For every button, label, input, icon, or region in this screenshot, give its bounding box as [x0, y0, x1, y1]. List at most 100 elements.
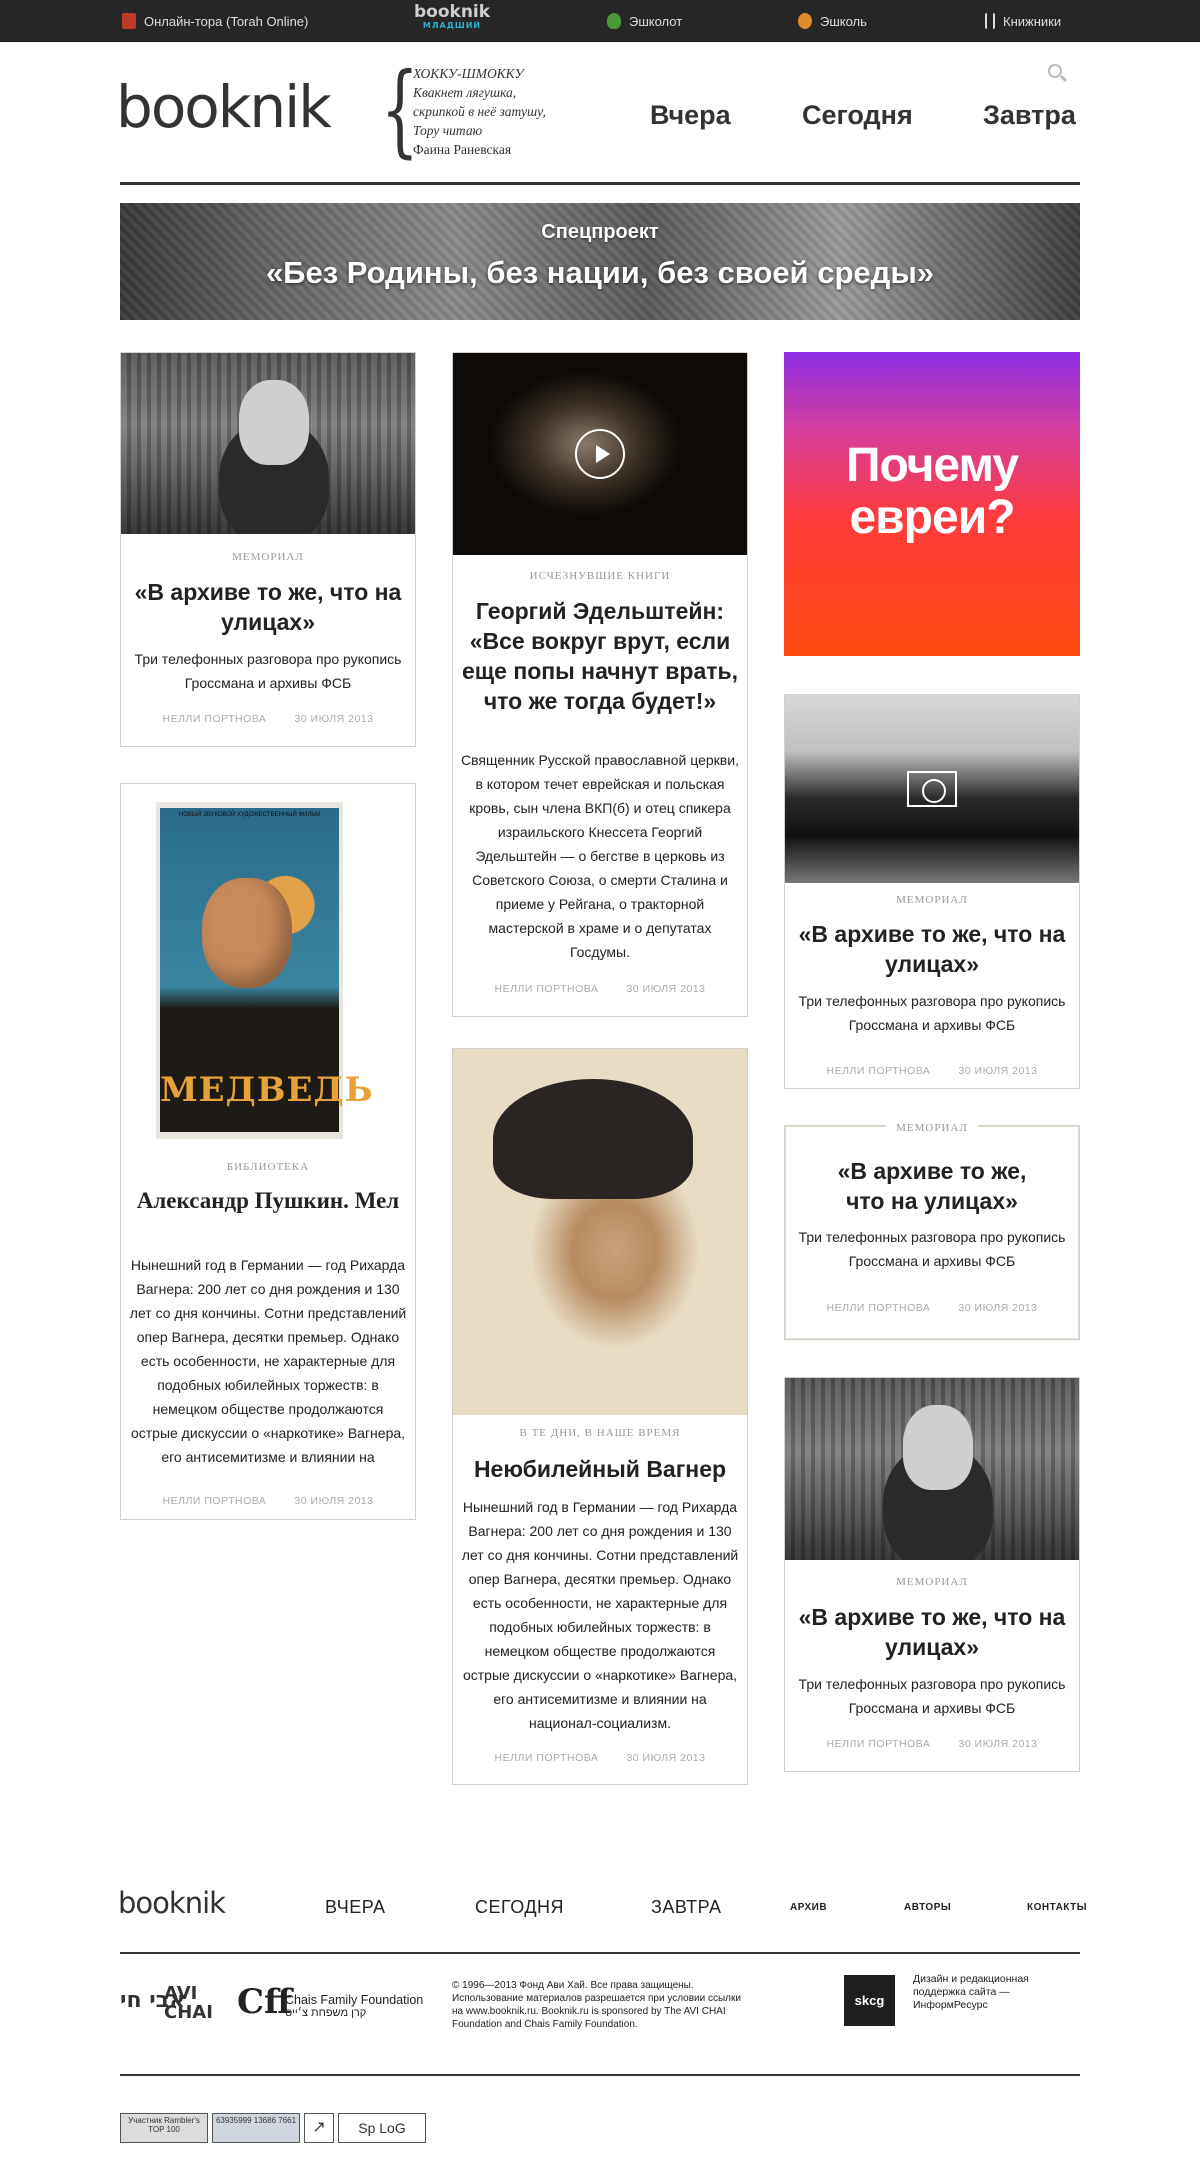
- article-title[interactable]: Александр Пушкин. Мел: [129, 1186, 407, 1216]
- footer-bottom-divider: [120, 2074, 1080, 2076]
- article-card[interactable]: НОВЫЙ ЗВУКОВОЙ ХУДОЖЕСТВЕННЫЙ ФИЛЬМ МЕДВ…: [120, 783, 416, 1520]
- article-meta: НЕЛЛИ ПОРТНОВА 30 ИЮЛЯ 2013: [785, 1302, 1079, 1314]
- nav-yesterday[interactable]: Вчера: [650, 100, 731, 131]
- film-poster-image: НОВЫЙ ЗВУКОВОЙ ХУДОЖЕСТВЕННЫЙ ФИЛЬМ МЕДВ…: [156, 802, 374, 1139]
- article-date: 30 ИЮЛЯ 2013: [958, 1065, 1038, 1077]
- footer-archive-link[interactable]: АРХИВ: [790, 1902, 827, 1913]
- article-author[interactable]: НЕЛЛИ ПОРТНОВА: [495, 1752, 599, 1764]
- article-card[interactable]: ИСЧЕЗНУВШИЕ КНИГИ Георгий Эдельштейн: «В…: [452, 352, 748, 1017]
- article-rubric[interactable]: МЕМОРИАЛ: [785, 1118, 1079, 1136]
- article-author[interactable]: НЕЛЛИ ПОРТНОВА: [827, 1738, 931, 1750]
- chais-hebrew: קרן משפחת צ׳ייס: [285, 2007, 367, 2019]
- article-author[interactable]: НЕЛЛИ ПОРТНОВА: [827, 1302, 931, 1314]
- article-description: Три телефонных разговора про рукопись Гр…: [798, 1676, 1066, 1716]
- article-video-thumb[interactable]: [453, 353, 747, 555]
- spylog-counter[interactable]: Sp LoG: [338, 2113, 426, 2143]
- rambler-counter[interactable]: Участник Rambler's TOP 100: [120, 2113, 208, 2143]
- article-rubric[interactable]: ИСЧЕЗНУВШИЕ КНИГИ: [453, 570, 747, 582]
- article-description: Нынешний год в Германии — год Рихарда Ва…: [461, 1499, 739, 1731]
- article-title[interactable]: Георгий Эдельштейн: «Все вокруг врут, ес…: [461, 596, 739, 716]
- article-author[interactable]: НЕЛЛИ ПОРТНОВА: [495, 983, 599, 995]
- article-rubric[interactable]: БИБЛИОТЕКА: [121, 1161, 415, 1173]
- article-meta: НЕЛЛИ ПОРТНОВА 30 ИЮЛЯ 2013: [121, 1495, 415, 1507]
- avi-chai-logo[interactable]: אבי חי AVI CHAI: [120, 1982, 220, 2022]
- site-logo[interactable]: booknik: [116, 72, 332, 142]
- chais-mark-icon: Cff: [237, 1982, 292, 2022]
- chais-name: Chais Family Foundation: [285, 1993, 424, 2007]
- article-card[interactable]: МЕМОРИАЛ «В архиве то же, что на улицах»…: [784, 694, 1080, 1089]
- eshkol-icon: [798, 13, 812, 29]
- chais-foundation-logo[interactable]: Cff Chais Family Foundation קרן משפחת צ׳…: [237, 1984, 427, 2024]
- banner-title: «Без Родины, без нации, без своей среды»: [265, 255, 935, 290]
- footer-logo[interactable]: booknik: [118, 1886, 226, 1920]
- article-title[interactable]: «В архиве то же, что на улицах»: [825, 1156, 1039, 1216]
- footer-contacts-link[interactable]: КОНТАКТЫ: [1027, 1902, 1087, 1913]
- play-icon[interactable]: [575, 429, 625, 479]
- article-description: Нынешний год в Германии — год Рихарда Ва…: [129, 1257, 407, 1465]
- footer-nav-yesterday[interactable]: ВЧЕРА: [325, 1897, 386, 1918]
- article-date: 30 ИЮЛЯ 2013: [958, 1738, 1038, 1750]
- quote-author: Фаина Раневская: [413, 142, 512, 157]
- article-description: Священник Русской православной церкви, в…: [461, 752, 739, 960]
- footer-nav-today[interactable]: СЕГОДНЯ: [475, 1897, 564, 1918]
- special-project-banner[interactable]: Спецпроект «Без Родины, без нации, без с…: [120, 203, 1080, 320]
- footer-nav-tomorrow[interactable]: ЗАВТРА: [651, 1897, 721, 1918]
- article-author[interactable]: НЕЛЛИ ПОРТНОВА: [827, 1065, 931, 1077]
- poster-title: МЕДВЕДЬ: [160, 1070, 374, 1110]
- article-card[interactable]: МЕМОРИАЛ «В архиве то же, что на улицах»…: [120, 352, 416, 747]
- article-title[interactable]: Неюбилейный Вагнер: [461, 1454, 739, 1484]
- article-gallery-thumb[interactable]: [785, 695, 1079, 883]
- copyright-text: © 1996—2013 Фонд Ави Хай. Все права защи…: [452, 1980, 741, 2030]
- booknik-junior-logo-sub: МЛАДШИЙ: [422, 21, 482, 30]
- article-rubric[interactable]: МЕМОРИАЛ: [121, 551, 415, 563]
- knizhniki-label: Книжники: [1003, 13, 1062, 29]
- promo-title: Почему евреи?: [845, 439, 1019, 544]
- article-author[interactable]: НЕЛЛИ ПОРТНОВА: [163, 713, 267, 725]
- article-rubric[interactable]: В ТЕ ДНИ, В НАШЕ ВРЕМЯ: [453, 1427, 747, 1439]
- article-author[interactable]: НЕЛЛИ ПОРТНОВА: [163, 1495, 267, 1507]
- article-rubric[interactable]: МЕМОРИАЛ: [785, 894, 1079, 906]
- article-photo: [785, 1378, 1079, 1560]
- promo-card[interactable]: Почему евреи?: [784, 352, 1080, 656]
- top-bar: Онлайн-тора (Torah Online) booknik МЛАДШ…: [0, 0, 1200, 42]
- article-description: Три телефонных разговора про рукопись Гр…: [798, 993, 1066, 1033]
- eshkolot-link[interactable]: Эшколот: [607, 0, 682, 42]
- article-meta: НЕЛЛИ ПОРТНОВА 30 ИЮЛЯ 2013: [453, 1752, 747, 1764]
- article-meta: НЕЛЛИ ПОРТНОВА 30 ИЮЛЯ 2013: [785, 1065, 1079, 1077]
- article-date: 30 ИЮЛЯ 2013: [294, 1495, 374, 1507]
- eshkolot-icon: [607, 13, 621, 29]
- article-card[interactable]: В ТЕ ДНИ, В НАШЕ ВРЕМЯ Неюбилейный Вагне…: [452, 1048, 748, 1785]
- quote-line-2: скрипкой в неё затушу,: [413, 104, 546, 119]
- eshkolot-label: Эшколот: [629, 13, 683, 29]
- torah-online-link[interactable]: Онлайн-тора (Torah Online): [122, 0, 308, 42]
- skcg-logo[interactable]: skcg: [844, 1975, 895, 2026]
- article-title[interactable]: «В архиве то же, что на улицах»: [793, 1602, 1071, 1662]
- article-description: Три телефонных разговора про рукопись Гр…: [798, 1229, 1066, 1269]
- article-date: 30 ИЮЛЯ 2013: [294, 713, 374, 725]
- article-meta: НЕЛЛИ ПОРТНОВА 30 ИЮЛЯ 2013: [785, 1738, 1079, 1750]
- mail-counter[interactable]: 63935999 13686 7661: [212, 2113, 300, 2143]
- torah-online-label: Онлайн-тора (Torah Online): [144, 13, 309, 29]
- article-card[interactable]: МЕМОРИАЛ «В архиве то же, что на улицах»…: [784, 1377, 1080, 1772]
- article-date: 30 ИЮЛЯ 2013: [626, 1752, 706, 1764]
- nav-today[interactable]: Сегодня: [802, 100, 913, 131]
- booknik-junior-logo[interactable]: booknik МЛАДШИЙ: [414, 3, 490, 35]
- article-rubric[interactable]: МЕМОРИАЛ: [785, 1576, 1079, 1588]
- article-date: 30 ИЮЛЯ 2013: [626, 983, 706, 995]
- banner-kicker: Спецпроект: [541, 221, 659, 243]
- search-icon[interactable]: [1048, 64, 1062, 78]
- article-portrait: [453, 1049, 747, 1415]
- eshkol-link[interactable]: Эшколь: [798, 0, 867, 42]
- quote-line-1: Квакнет лягушка,: [413, 85, 517, 100]
- footer-authors-link[interactable]: АВТОРЫ: [904, 1902, 951, 1913]
- article-title[interactable]: «В архиве то же, что на улицах»: [129, 577, 407, 637]
- header-divider: [120, 182, 1080, 185]
- knizhniki-link[interactable]: Книжники: [985, 0, 1061, 42]
- article-card-featured[interactable]: МЕМОРИАЛ «В архиве то же, что на улицах»…: [784, 1122, 1080, 1340]
- camera-icon[interactable]: [907, 771, 957, 807]
- article-title[interactable]: «В архиве то же, что на улицах»: [793, 919, 1071, 979]
- arrow-counter-icon[interactable]: ↗: [304, 2113, 334, 2143]
- counters: Участник Rambler's TOP 100 63935999 1368…: [120, 2113, 426, 2143]
- nav-tomorrow[interactable]: Завтра: [983, 100, 1076, 131]
- article-photo: [121, 353, 415, 534]
